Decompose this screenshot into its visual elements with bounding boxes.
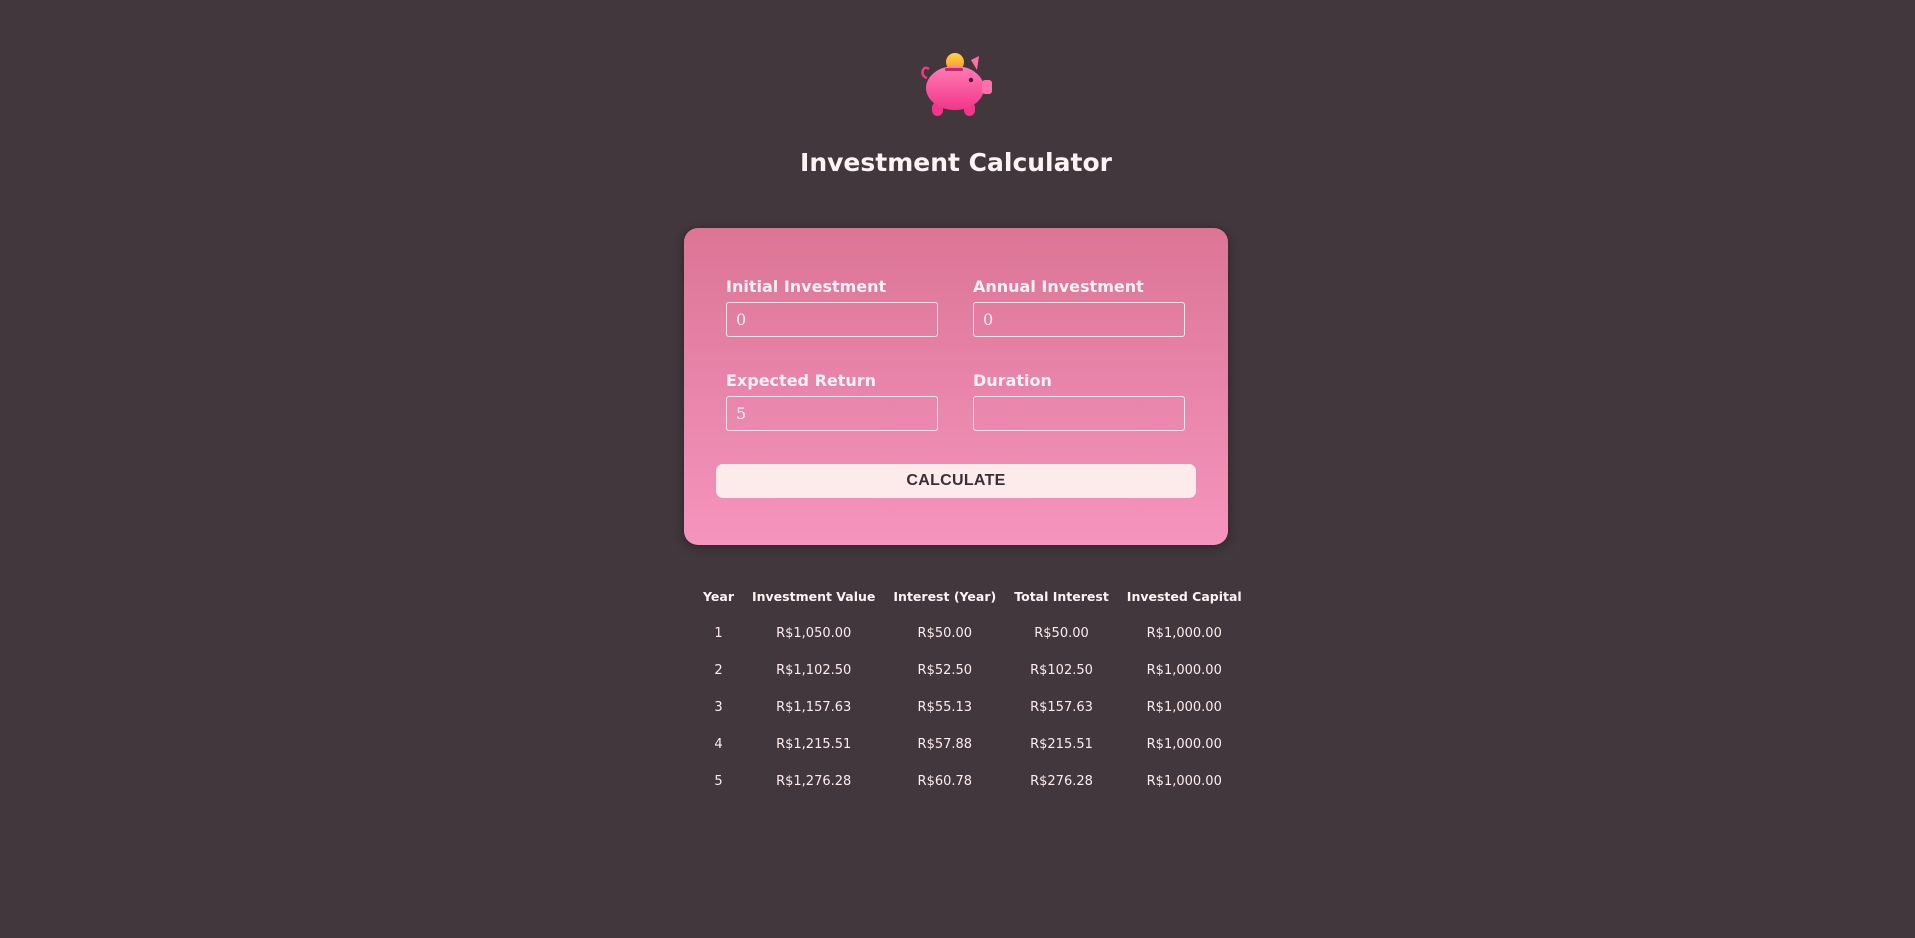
cell-investment-value: R$1,050.00 xyxy=(776,626,852,641)
cell-total-interest: R$50.00 xyxy=(1034,626,1089,641)
cell-interest-year: R$52.50 xyxy=(917,663,973,678)
column-header-invested-capital: Invested Capital xyxy=(1126,589,1242,604)
cell-investment-value: R$1,102.50 xyxy=(776,663,852,678)
cell-investment-value: R$1,157.63 xyxy=(776,700,852,715)
table-row: 2 R$1,102.50 R$52.50 R$102.50 R$1,000.00 xyxy=(694,652,1251,689)
cell-year: 5 xyxy=(714,774,723,789)
annual-investment-label: Annual Investment xyxy=(973,277,1144,296)
cell-total-interest: R$215.51 xyxy=(1030,737,1093,752)
table-row: 5 R$1,276.28 R$60.78 R$276.28 R$1,000.00 xyxy=(694,763,1251,800)
initial-investment-input[interactable] xyxy=(726,302,938,337)
table-row: 3 R$1,157.63 R$55.13 R$157.63 R$1,000.00 xyxy=(694,689,1251,726)
calculator-form: Initial Investment Annual Investment Exp… xyxy=(684,228,1228,545)
cell-investment-value: R$1,215.51 xyxy=(776,737,852,752)
table-row: 1 R$1,050.00 R$50.00 R$50.00 R$1,000.00 xyxy=(694,615,1251,652)
initial-investment-label: Initial Investment xyxy=(726,277,887,296)
page: Investment Calculator Initial Investment… xyxy=(0,0,1915,938)
expected-return-input[interactable] xyxy=(726,396,938,431)
cell-invested-capital: R$1,000.00 xyxy=(1146,774,1222,789)
cell-year: 1 xyxy=(714,626,723,641)
table-header-row: Year Investment Value Interest (Year) To… xyxy=(694,578,1251,615)
table-row: 4 R$1,215.51 R$57.88 R$215.51 R$1,000.00 xyxy=(694,726,1251,763)
cell-year: 2 xyxy=(714,663,723,678)
cell-interest-year: R$50.00 xyxy=(917,626,973,641)
cell-interest-year: R$57.88 xyxy=(917,737,973,752)
duration-label: Duration xyxy=(973,371,1052,390)
cell-invested-capital: R$1,000.00 xyxy=(1146,700,1222,715)
cell-invested-capital: R$1,000.00 xyxy=(1146,663,1222,678)
cell-year: 4 xyxy=(714,737,723,752)
column-header-total-interest: Total Interest xyxy=(1014,589,1109,604)
column-header-investment-value: Investment Value xyxy=(751,589,876,604)
column-header-interest-year: Interest (Year) xyxy=(893,589,997,604)
results-table: Year Investment Value Interest (Year) To… xyxy=(694,578,1251,800)
cell-investment-value: R$1,276.28 xyxy=(776,774,852,789)
annual-investment-input[interactable] xyxy=(973,302,1185,337)
cell-total-interest: R$102.50 xyxy=(1030,663,1093,678)
cell-year: 3 xyxy=(714,700,723,715)
cell-interest-year: R$60.78 xyxy=(917,774,973,789)
expected-return-label: Expected Return xyxy=(726,371,877,390)
piggy-bank-icon xyxy=(921,53,992,116)
cell-total-interest: R$157.63 xyxy=(1030,700,1093,715)
column-header-year: Year xyxy=(703,589,734,604)
page-title: Investment Calculator xyxy=(800,148,1112,177)
cell-total-interest: R$276.28 xyxy=(1030,774,1093,789)
calculate-button[interactable]: CALCULATE xyxy=(716,464,1196,498)
cell-interest-year: R$55.13 xyxy=(917,700,973,715)
duration-input[interactable] xyxy=(973,396,1185,431)
cell-invested-capital: R$1,000.00 xyxy=(1146,737,1222,752)
cell-invested-capital: R$1,000.00 xyxy=(1146,626,1222,641)
